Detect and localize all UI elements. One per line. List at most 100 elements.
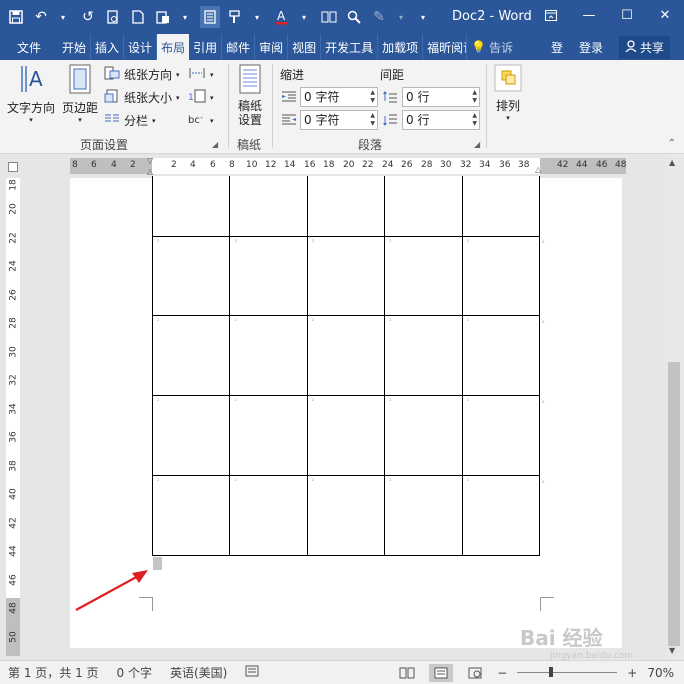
- format-painter-dropdown-icon[interactable]: ▾: [247, 6, 267, 28]
- format-painter-icon[interactable]: [225, 6, 245, 28]
- find-icon[interactable]: [344, 6, 364, 28]
- language-indicator[interactable]: 英语(美国): [170, 664, 227, 681]
- vertical-ruler[interactable]: 18 20 22 24 26 28 30 32 34 36 38 40 42 4…: [6, 178, 20, 656]
- tab-view[interactable]: 视图: [288, 34, 322, 60]
- tab-design[interactable]: 设计: [124, 34, 158, 60]
- table-cell[interactable]: [151, 176, 231, 237]
- table-cell[interactable]: ²: [229, 395, 308, 476]
- tab-review[interactable]: 审阅: [255, 34, 289, 60]
- arrange-button[interactable]: 排列 ▾: [492, 64, 524, 122]
- draft-paper-settings-button[interactable]: 稿纸 设置: [232, 64, 268, 127]
- first-line-indent-marker-icon[interactable]: ▽: [147, 156, 153, 165]
- hyphenation-button[interactable]: bc - ▾: [188, 112, 214, 129]
- table-cell[interactable]: ²: [151, 395, 231, 476]
- read-mode-icon[interactable]: [395, 664, 419, 682]
- line-numbers-button[interactable]: 1 ▾: [188, 89, 214, 106]
- zoom-level[interactable]: 70%: [647, 666, 674, 680]
- tab-add-ins[interactable]: 加载项: [378, 34, 424, 60]
- font-color-icon[interactable]: A: [272, 6, 292, 28]
- table-cell[interactable]: ²: [384, 235, 463, 317]
- table-cell[interactable]: ²: [384, 395, 463, 476]
- tab-references[interactable]: 引用: [189, 34, 223, 60]
- table-cell[interactable]: [384, 176, 463, 237]
- tab-developer[interactable]: 开发工具: [321, 34, 379, 60]
- save-icon[interactable]: [6, 6, 26, 28]
- table-cell[interactable]: ²: [384, 315, 463, 397]
- paragraph-launcher-icon[interactable]: ◢: [474, 140, 480, 149]
- zoom-out-icon[interactable]: −: [497, 666, 507, 680]
- table-cell[interactable]: ²: [461, 315, 540, 397]
- sign-in-link[interactable]: 登录: [579, 39, 603, 56]
- table-cell[interactable]: ²: [151, 474, 231, 556]
- spinner-arrows-icon[interactable]: ▲ ▼: [370, 112, 375, 128]
- share-button[interactable]: 共享: [618, 35, 670, 59]
- page-setup-launcher-icon[interactable]: ◢: [212, 140, 218, 149]
- tab-insert[interactable]: 插入: [91, 34, 125, 60]
- tab-home[interactable]: 开始: [58, 34, 92, 60]
- table-cell[interactable]: ²: [461, 235, 540, 317]
- web-layout-icon[interactable]: [463, 664, 487, 682]
- maximize-icon[interactable]: ☐: [608, 0, 646, 30]
- tab-mailings[interactable]: 邮件: [222, 34, 256, 60]
- two-pages-icon[interactable]: [319, 6, 339, 28]
- table-cell[interactable]: ²: [151, 235, 231, 317]
- paste-icon[interactable]: [153, 6, 173, 28]
- zoom-in-icon[interactable]: +: [627, 666, 637, 680]
- scroll-down-icon[interactable]: ▼: [669, 646, 675, 655]
- table-cell[interactable]: ²: [306, 395, 386, 476]
- font-color-dropdown-icon[interactable]: ▾: [294, 6, 314, 28]
- tell-me-box[interactable]: 💡 告诉: [467, 34, 517, 60]
- table-cell[interactable]: ²: [461, 395, 540, 476]
- paragraph-mark-highlight[interactable]: [153, 557, 162, 570]
- zoom-slider-knob[interactable]: [549, 667, 554, 677]
- tab-layout[interactable]: 布局: [157, 34, 190, 60]
- undo-dropdown-icon[interactable]: ▾: [53, 6, 73, 28]
- close-icon[interactable]: ✕: [646, 0, 684, 30]
- sign-in-link-short[interactable]: 登: [551, 39, 563, 56]
- print-preview-icon[interactable]: [103, 6, 123, 28]
- table-cell[interactable]: [229, 176, 308, 237]
- table-cell[interactable]: ²: [151, 315, 231, 397]
- redo-icon[interactable]: ↺: [78, 6, 98, 28]
- margins-button[interactable]: 页边距 ▾: [60, 64, 100, 124]
- table-cell[interactable]: ²: [229, 474, 308, 556]
- table-cell[interactable]: ²: [306, 235, 386, 317]
- spacing-before-input[interactable]: 0 行 ▲ ▼: [402, 87, 480, 107]
- customize-qat-icon[interactable]: ▾: [413, 6, 433, 28]
- horizontal-ruler[interactable]: 8 6 4 2 2 4 6 8 10 12 14 16 18 20 22 24 …: [70, 156, 626, 176]
- tab-foxit-reader[interactable]: 福昕阅读: [423, 34, 468, 60]
- document-view-icon[interactable]: [200, 6, 220, 28]
- table-cell[interactable]: ²: [384, 474, 463, 556]
- ribbon-display-options-icon[interactable]: [532, 0, 570, 30]
- print-layout-icon[interactable]: [429, 663, 454, 682]
- tab-file[interactable]: 文件: [0, 34, 58, 60]
- indent-right-input[interactable]: 0 字符 ▲ ▼: [300, 110, 378, 130]
- new-document-icon[interactable]: [128, 6, 148, 28]
- indent-left-input[interactable]: 0 字符 ▲ ▼: [300, 87, 378, 107]
- scroll-up-icon[interactable]: ▲: [669, 158, 675, 167]
- spinner-arrows-icon[interactable]: ▲ ▼: [370, 89, 375, 105]
- spacing-after-input[interactable]: 0 行 ▲ ▼: [402, 110, 480, 130]
- paper-size-button[interactable]: 纸张大小 ▾: [104, 89, 180, 106]
- tab-selector[interactable]: [8, 162, 18, 172]
- scrollbar-thumb[interactable]: [668, 362, 680, 646]
- edit-icon[interactable]: ✎: [369, 6, 389, 28]
- table-cell[interactable]: ²: [461, 474, 540, 556]
- undo-icon[interactable]: ↶: [31, 6, 51, 28]
- breaks-button[interactable]: ▾: [188, 66, 214, 83]
- table-cell[interactable]: ²: [229, 315, 308, 397]
- page-count[interactable]: 第 1 页，共 1 页: [8, 664, 99, 681]
- word-count[interactable]: 0 个字: [117, 664, 152, 681]
- vertical-scrollbar[interactable]: ▲ ▼: [666, 154, 684, 660]
- table-cell[interactable]: ²: [306, 474, 386, 556]
- collapse-ribbon-icon[interactable]: ⌃: [668, 138, 676, 149]
- right-indent-marker-icon[interactable]: △: [535, 165, 541, 174]
- text-direction-button[interactable]: A 文字方向 ▾: [6, 64, 56, 124]
- table-cell[interactable]: ²: [229, 235, 308, 317]
- table-cell[interactable]: [306, 176, 386, 237]
- columns-button[interactable]: 分栏 ▾: [104, 112, 156, 129]
- left-indent-marker-icon[interactable]: △: [147, 167, 153, 176]
- table-cell[interactable]: ²: [306, 315, 386, 397]
- macro-record-icon[interactable]: [245, 665, 259, 680]
- orientation-button[interactable]: 纸张方向 ▾: [104, 66, 180, 83]
